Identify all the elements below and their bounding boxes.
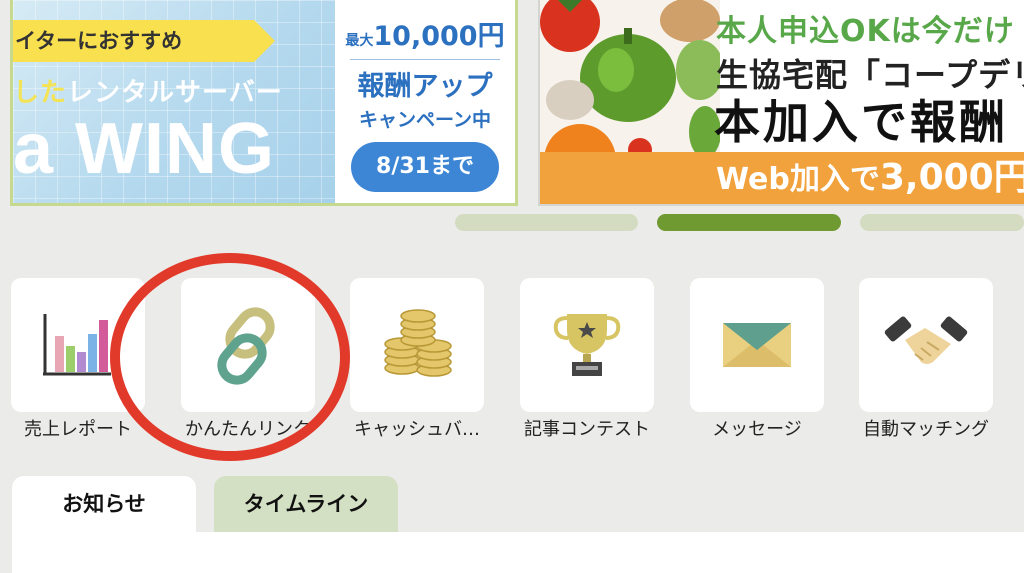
- chain-link-icon: [217, 307, 275, 385]
- banner-max-amount: 最大10,000円: [345, 21, 505, 52]
- envelope-icon: [723, 323, 791, 367]
- banner-reward: 報酬アップ: [357, 71, 493, 102]
- coin-stacks-icon: [384, 309, 452, 377]
- banner-artwork: イターにおすすめ したレンタルサーバー a WING: [13, 0, 335, 203]
- carousel-dot[interactable]: [455, 214, 638, 231]
- sales-report-label: 売上レポート: [24, 419, 132, 440]
- banner-deadline: 8/31まで: [351, 142, 499, 192]
- coop-deli-banner[interactable]: 本人申込OKは今だけ 生協宅配「コープデリ」 本加入で報酬 Web加入で3,00…: [538, 0, 1024, 206]
- article-contest-label: 記事コンテスト: [524, 419, 650, 440]
- carousel-dot[interactable]: [860, 214, 1024, 231]
- easy-link-button[interactable]: [181, 278, 315, 412]
- rental-server-banner[interactable]: イターにおすすめ したレンタルサーバー a WING 最大10,000円 報酬ア…: [10, 0, 518, 206]
- auto-matching-button[interactable]: [859, 278, 993, 412]
- trophy-icon: [553, 314, 621, 376]
- tab-news[interactable]: お知らせ: [12, 476, 196, 534]
- banner-headline: 本人申込OKは今だけ: [716, 14, 1015, 49]
- article-contest-button[interactable]: [520, 278, 654, 412]
- banner-subtitle: したレンタルサーバー: [13, 78, 283, 108]
- auto-matching-label: 自動マッチング: [863, 419, 989, 440]
- carousel-dot-active[interactable]: [657, 214, 841, 231]
- cashback-button[interactable]: [350, 278, 484, 412]
- banner-brand: a WING: [13, 109, 276, 189]
- banner-campaign: キャンペーン中: [358, 109, 492, 131]
- divider: [350, 59, 500, 60]
- banner-reward-line: 本加入で報酬: [714, 95, 1008, 149]
- sales-report-button[interactable]: [11, 278, 145, 412]
- tab-content-panel: [12, 532, 1024, 573]
- message-label: メッセージ: [712, 419, 802, 440]
- cashback-label: キャッシュバ…: [354, 419, 480, 440]
- tab-timeline[interactable]: タイムライン: [214, 476, 398, 534]
- banner-tag: イターにおすすめ: [13, 20, 275, 62]
- easy-link-label: かんたんリンク: [185, 419, 311, 440]
- message-button[interactable]: [690, 278, 824, 412]
- bar-chart-icon: [43, 314, 111, 376]
- banner-footer: Web加入で3,000円: [540, 152, 1024, 204]
- banner-campaign-panel: 最大10,000円 報酬アップ キャンペーン中 8/31まで: [335, 0, 515, 203]
- handshake-icon: [884, 316, 968, 364]
